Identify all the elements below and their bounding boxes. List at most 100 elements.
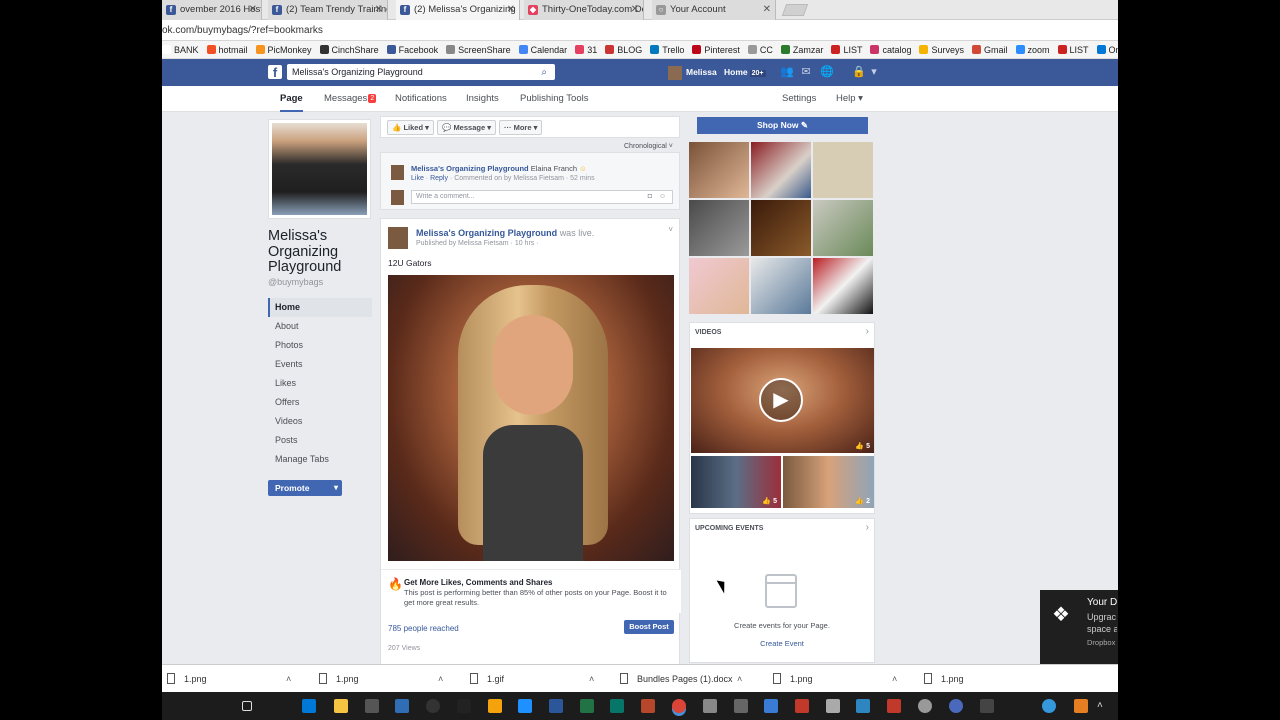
- chevron-up-icon[interactable]: ˄: [438, 665, 443, 693]
- app-icon[interactable]: [1042, 699, 1056, 713]
- sidebar-item-offers[interactable]: Offers: [268, 393, 372, 412]
- bookmark-item[interactable]: ScreenShare: [446, 41, 511, 59]
- download-item[interactable]: 1.png ˄: [314, 665, 459, 693]
- browser-tab[interactable]: ◆ Thirty-OneToday.com De ✕: [524, 0, 644, 20]
- chevron-up-icon[interactable]: ˄: [737, 665, 742, 693]
- photo-thumb[interactable]: [751, 258, 811, 314]
- bookmark-item[interactable]: CC: [747, 41, 773, 59]
- photo-thumb[interactable]: [689, 258, 749, 314]
- tab-messages[interactable]: Messages 2: [324, 86, 377, 112]
- pdf-icon[interactable]: [795, 699, 809, 713]
- video-thumb-main[interactable]: ▶ 👍 5: [691, 348, 874, 453]
- close-tab-icon[interactable]: ✕: [763, 0, 771, 20]
- bookmark-item[interactable]: Surveys: [919, 41, 964, 59]
- bookmark-item[interactable]: Trello: [650, 41, 684, 59]
- tab-insights[interactable]: Insights: [466, 86, 499, 112]
- bookmark-item[interactable]: 31: [575, 41, 597, 59]
- bookmark-item[interactable]: LIST: [1057, 41, 1089, 59]
- bookmark-item[interactable]: LIST: [831, 41, 862, 59]
- messages-icon[interactable]: ✉: [800, 66, 812, 78]
- profile-link[interactable]: Melissa: [668, 64, 717, 80]
- video-thumb[interactable]: 👍 5: [691, 456, 781, 508]
- sidebar-item-events[interactable]: Events: [268, 355, 372, 374]
- bookmark-item[interactable]: PicMonkey: [255, 41, 312, 59]
- download-item[interactable]: Bundles Pages (1).docx ˄: [615, 665, 760, 693]
- chevron-up-icon[interactable]: ˄: [1097, 699, 1111, 713]
- emoji-icon[interactable]: ☺: [659, 191, 666, 203]
- help-menu[interactable]: Help ▾: [836, 86, 863, 112]
- bookmark-item[interactable]: Pinterest: [692, 41, 740, 59]
- post-options-chevron-icon[interactable]: ˅: [668, 225, 673, 234]
- bookmark-item[interactable]: catalog: [870, 41, 911, 59]
- post-video[interactable]: [388, 275, 674, 561]
- chevron-right-icon[interactable]: ›: [866, 326, 869, 337]
- sidebar-item-likes[interactable]: Likes: [268, 374, 372, 393]
- like-link[interactable]: Like: [411, 175, 424, 182]
- browser-tab[interactable]: f (2) Team Trendy Training ✕: [268, 0, 388, 20]
- file-explorer-icon[interactable]: [334, 699, 348, 713]
- edge-icon[interactable]: [302, 699, 316, 713]
- create-event-link[interactable]: Create Event: [690, 639, 874, 648]
- task-view-icon[interactable]: [242, 701, 252, 711]
- chevron-up-icon[interactable]: ˄: [589, 665, 594, 693]
- chevron-up-icon[interactable]: ˄: [892, 665, 897, 693]
- tab-notifications[interactable]: Notifications: [395, 86, 447, 112]
- chevron-right-icon[interactable]: ›: [866, 522, 869, 533]
- sidebar-item-manage-tabs[interactable]: Manage Tabs: [268, 450, 372, 469]
- bookmark-item[interactable]: One Drive: [1096, 41, 1118, 59]
- download-item[interactable]: 1.png ˄: [768, 665, 913, 693]
- app-icon[interactable]: [488, 699, 502, 713]
- bookmark-item[interactable]: Facebook: [386, 41, 438, 59]
- profile-picture[interactable]: [268, 119, 371, 219]
- app-icon[interactable]: [856, 699, 870, 713]
- sidebar-item-posts[interactable]: Posts: [268, 431, 372, 450]
- photo-thumb[interactable]: [689, 142, 749, 198]
- privacy-lock-icon[interactable]: 🔒: [852, 66, 866, 78]
- camera-icon[interactable]: ◘: [648, 191, 652, 203]
- browser-tab[interactable]: ○ Your Account ✕: [652, 0, 776, 20]
- photo-thumb[interactable]: [813, 200, 873, 256]
- app-icon[interactable]: [764, 699, 778, 713]
- download-item[interactable]: 1.png ˄: [162, 665, 307, 693]
- more-button[interactable]: ··· More ▾: [499, 120, 543, 135]
- bookmark-item[interactable]: hotmail: [206, 41, 248, 59]
- play-icon[interactable]: ▶: [759, 378, 803, 422]
- sidebar-item-home[interactable]: Home: [268, 298, 372, 317]
- close-tab-icon[interactable]: ✕: [631, 0, 639, 20]
- download-item[interactable]: 1.gif ˄: [465, 665, 610, 693]
- search-icon[interactable]: ⌕: [541, 65, 547, 81]
- browser-tab[interactable]: fovember 2016 Hostes✕: [162, 0, 262, 20]
- chrome-icon[interactable]: [672, 699, 686, 713]
- settings-link[interactable]: Settings: [782, 86, 816, 112]
- word-icon[interactable]: [549, 699, 563, 713]
- app-icon[interactable]: [395, 699, 409, 713]
- account-menu-caret-icon[interactable]: ▾: [868, 66, 880, 78]
- shop-now-button[interactable]: Shop Now ✎: [697, 117, 868, 134]
- facebook-logo-icon[interactable]: f: [268, 65, 282, 80]
- excel-icon[interactable]: [580, 699, 594, 713]
- friend-requests-icon[interactable]: 👥: [780, 66, 794, 78]
- sidebar-item-about[interactable]: About: [268, 317, 372, 336]
- tab-publishing-tools[interactable]: Publishing Tools: [520, 86, 588, 112]
- photo-thumb[interactable]: [751, 142, 811, 198]
- close-tab-icon[interactable]: ✕: [375, 0, 383, 20]
- bookmark-item[interactable]: Gmail: [972, 41, 1008, 59]
- app-icon[interactable]: [734, 699, 748, 713]
- boost-post-button[interactable]: Boost Post: [624, 620, 674, 634]
- sidebar-item-videos[interactable]: Videos: [268, 412, 372, 431]
- calculator-icon[interactable]: [703, 699, 717, 713]
- photo-thumb[interactable]: [813, 258, 873, 314]
- video-thumb[interactable]: 👍 2: [783, 456, 874, 508]
- home-link[interactable]: Home 20+: [724, 64, 766, 82]
- chevron-up-icon[interactable]: ˄: [286, 665, 291, 693]
- browser-tab-active[interactable]: f (2) Melissa's Organizing ✕: [396, 0, 520, 20]
- app-icon[interactable]: [887, 699, 901, 713]
- publisher-icon[interactable]: [610, 699, 624, 713]
- photo-thumb[interactable]: [689, 200, 749, 256]
- photo-thumb[interactable]: [751, 200, 811, 256]
- bookmark-item[interactable]: Calendar: [518, 41, 567, 59]
- new-tab-button[interactable]: [781, 4, 809, 16]
- app-icon[interactable]: [918, 699, 932, 713]
- store-icon[interactable]: [365, 699, 379, 713]
- reply-link[interactable]: Reply: [430, 175, 448, 182]
